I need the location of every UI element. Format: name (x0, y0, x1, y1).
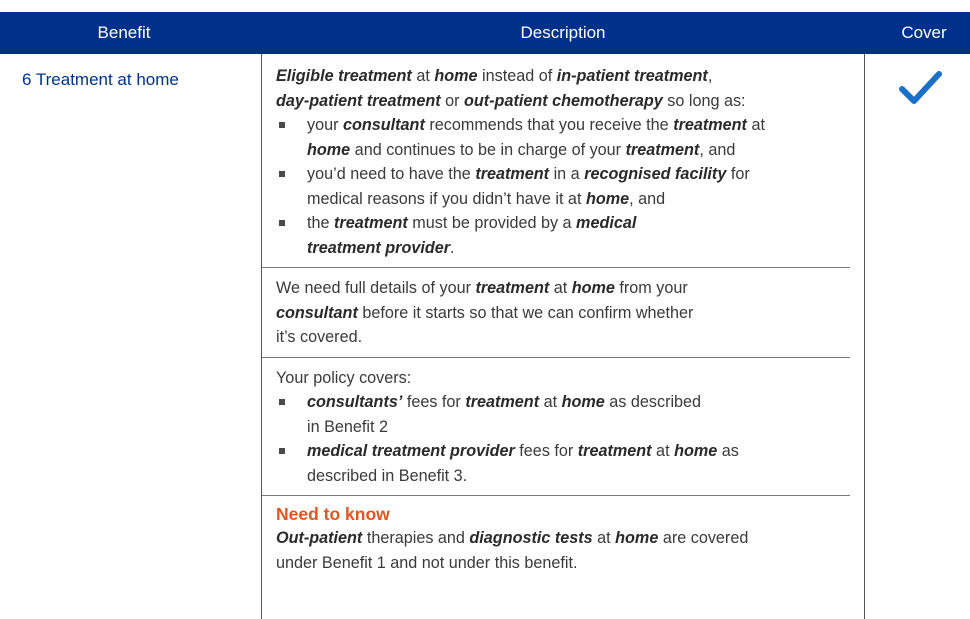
list-item: consultants’ fees for treatment at home … (276, 390, 836, 439)
need-to-know-heading: Need to know (276, 504, 390, 524)
benefit-table: Benefit Description Cover 6 Treatment at… (0, 0, 970, 619)
column-divider (864, 54, 865, 619)
covers-list: consultants’ fees for treatment at home … (276, 390, 836, 488)
list-item: your consultant recommends that you rece… (276, 113, 836, 162)
header-description: Description (520, 23, 606, 42)
benefit-name: 6 Treatment at home (22, 70, 179, 89)
benefit-description: Eligible treatment at home instead of in… (262, 64, 850, 575)
section-divider (262, 495, 850, 496)
header-benefit: Benefit (97, 23, 151, 42)
header-cover: Cover (901, 23, 947, 42)
conditions-list: your consultant recommends that you rece… (276, 113, 836, 260)
details-paragraph: We need full details of your treatment a… (276, 279, 694, 346)
intro-paragraph: Eligible treatment at home instead of in… (276, 67, 746, 110)
table-header: Benefit Description Cover (0, 12, 970, 54)
check-mark-icon (899, 71, 942, 104)
column-divider (261, 54, 262, 619)
need-to-know-text: Out-patient therapies and diagnostic tes… (276, 529, 749, 572)
list-item: you’d need to have the treatment in a re… (276, 162, 836, 211)
list-item: medical treatment provider fees for trea… (276, 439, 836, 488)
list-item: the treatment must be provided by a medi… (276, 211, 836, 260)
covers-heading: Your policy covers: (276, 368, 412, 387)
